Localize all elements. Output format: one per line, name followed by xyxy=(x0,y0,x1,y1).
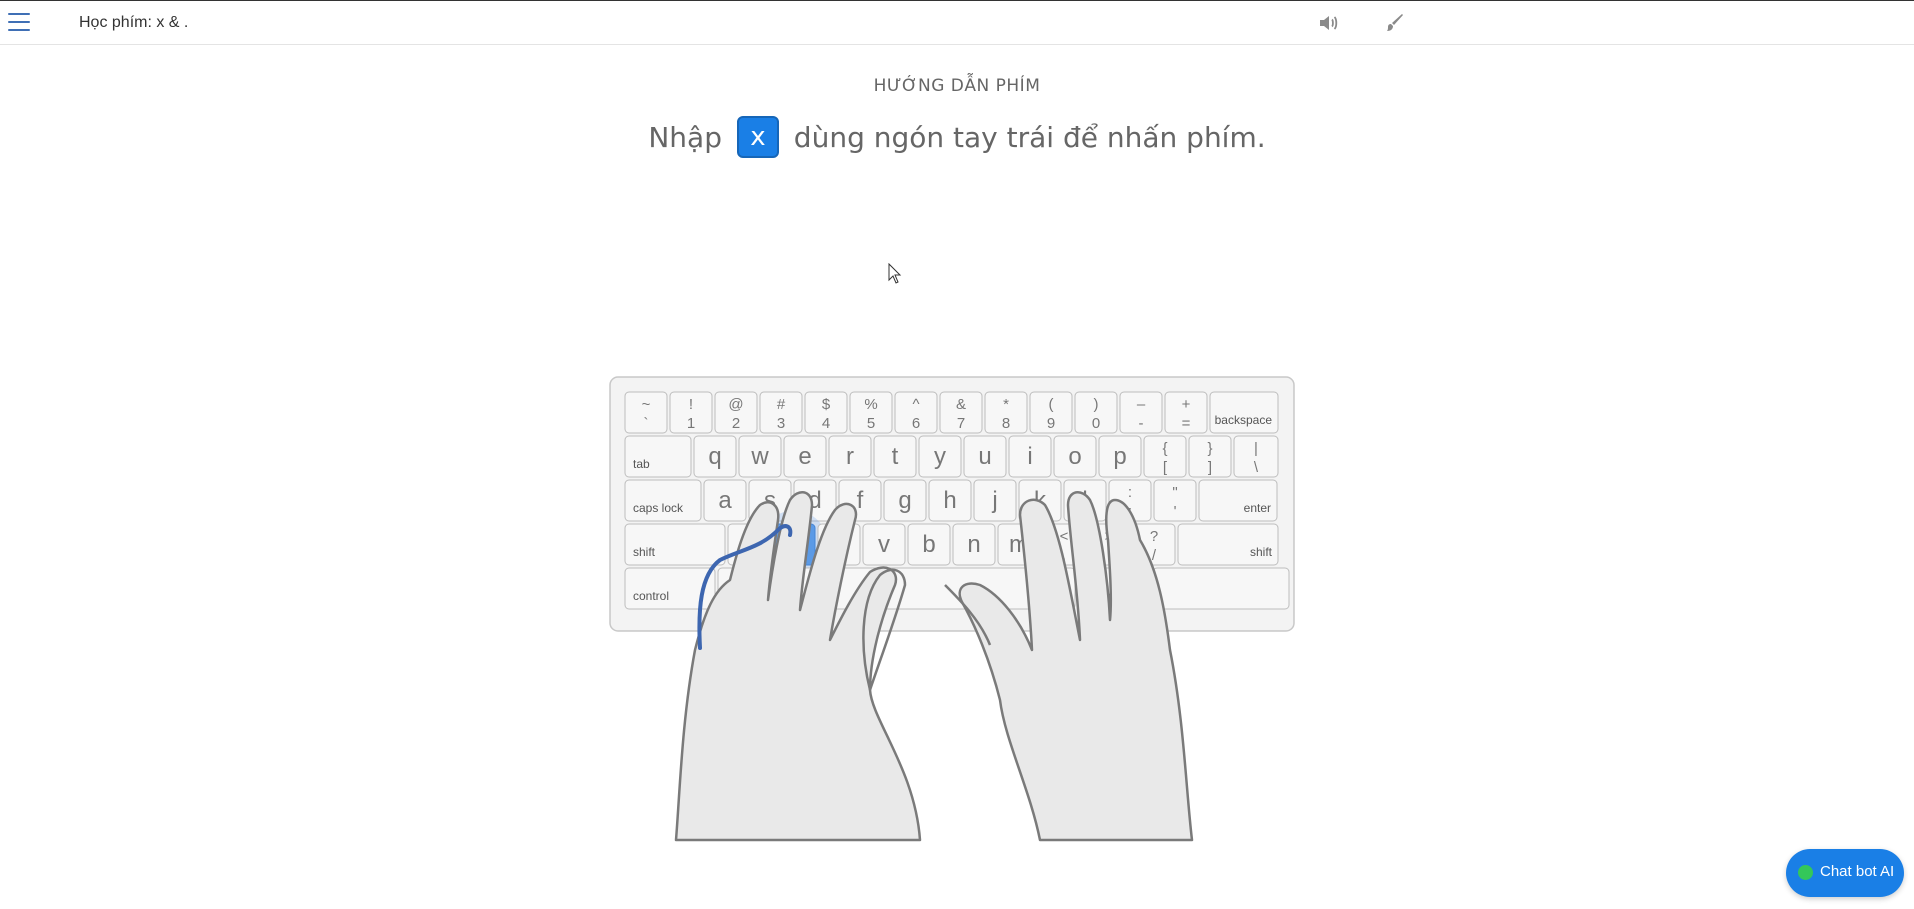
key-label: 9 xyxy=(1047,415,1055,432)
online-status-icon xyxy=(1798,865,1813,880)
key-label: h xyxy=(943,487,956,514)
key-label: 8 xyxy=(1002,415,1010,432)
key-label: j xyxy=(991,487,997,514)
key-label: = xyxy=(1182,415,1191,432)
key-label: ` xyxy=(644,415,649,432)
key xyxy=(1152,567,1290,610)
key-label: shift xyxy=(1250,545,1273,559)
key-label: tab xyxy=(633,457,650,471)
key-shift-label: $ xyxy=(822,396,831,413)
key-label: o xyxy=(1068,443,1081,470)
key-label: q xyxy=(708,443,721,470)
chatbot-button[interactable]: Chat bot AI xyxy=(1786,849,1904,897)
key-shift-label: ( xyxy=(1049,396,1054,413)
keyboard-scene: ~ `! 1 @2 #3 $4% 5 ^ 6 & 7 * 8(9) 0– - + = backspace tab q w… xyxy=(0,0,1914,909)
key-shift-label: { xyxy=(1162,440,1167,457)
key-label: a xyxy=(718,487,732,514)
key-label: control xyxy=(633,589,669,603)
key-shift-label: < xyxy=(1060,528,1069,545)
key-label: 6 xyxy=(912,415,920,432)
key-label: u xyxy=(978,443,991,470)
key-shift-label: " xyxy=(1172,484,1177,501)
key-label: shift xyxy=(633,545,656,559)
key-label: g xyxy=(898,487,911,514)
key-label: backspace xyxy=(1215,413,1273,427)
key-label: ] xyxy=(1208,459,1212,476)
key-label: b xyxy=(922,531,935,558)
key-label: 0 xyxy=(1092,415,1100,432)
key-shift-label: | xyxy=(1254,440,1258,457)
key-label: v xyxy=(878,531,890,558)
keyboard-illustration: ~`!1@2#3$4%5^6&7*8(9)0–-+= backspacetab q w… xyxy=(609,376,1295,842)
key-shift-label: % xyxy=(864,396,877,413)
key-shift-label: ! xyxy=(689,396,693,413)
key-shift-label: ? xyxy=(1150,528,1158,545)
key-shift-label: * xyxy=(1003,396,1009,413)
key-label: caps lock xyxy=(633,501,684,515)
key-label: 7 xyxy=(957,415,965,432)
key-shift-label: ^ xyxy=(912,396,919,413)
key-label: 5 xyxy=(867,415,875,432)
key-label: i xyxy=(1027,443,1032,470)
key-shift-label: & xyxy=(956,396,966,413)
key-label: 1 xyxy=(687,415,695,432)
key-shift-label: – xyxy=(1137,396,1146,413)
key-shift-label: } xyxy=(1207,440,1212,457)
key-label: n xyxy=(967,531,980,558)
key-label: t xyxy=(892,443,899,470)
key-label: - xyxy=(1139,415,1144,432)
key-shift-label: @ xyxy=(728,396,743,413)
key-label: r xyxy=(846,443,854,470)
key-label: w xyxy=(750,443,769,470)
key-shift-label: + xyxy=(1182,396,1191,413)
key-shift-label: ) xyxy=(1094,396,1099,413)
key-label: 3 xyxy=(777,415,785,432)
key-label: y xyxy=(934,443,946,470)
key-label: f xyxy=(857,487,864,514)
key-label: 2 xyxy=(732,415,740,432)
key-label: e xyxy=(798,443,811,470)
key-shift-label: # xyxy=(777,396,786,413)
chatbot-label: Chat bot AI xyxy=(1820,863,1895,880)
key-shift-label: : xyxy=(1128,484,1132,501)
key-shift-label: ~ xyxy=(642,396,651,413)
key-label: 4 xyxy=(822,415,830,432)
key-label: enter xyxy=(1244,501,1271,515)
key-label: ' xyxy=(1174,503,1177,520)
key-label: p xyxy=(1113,443,1126,470)
